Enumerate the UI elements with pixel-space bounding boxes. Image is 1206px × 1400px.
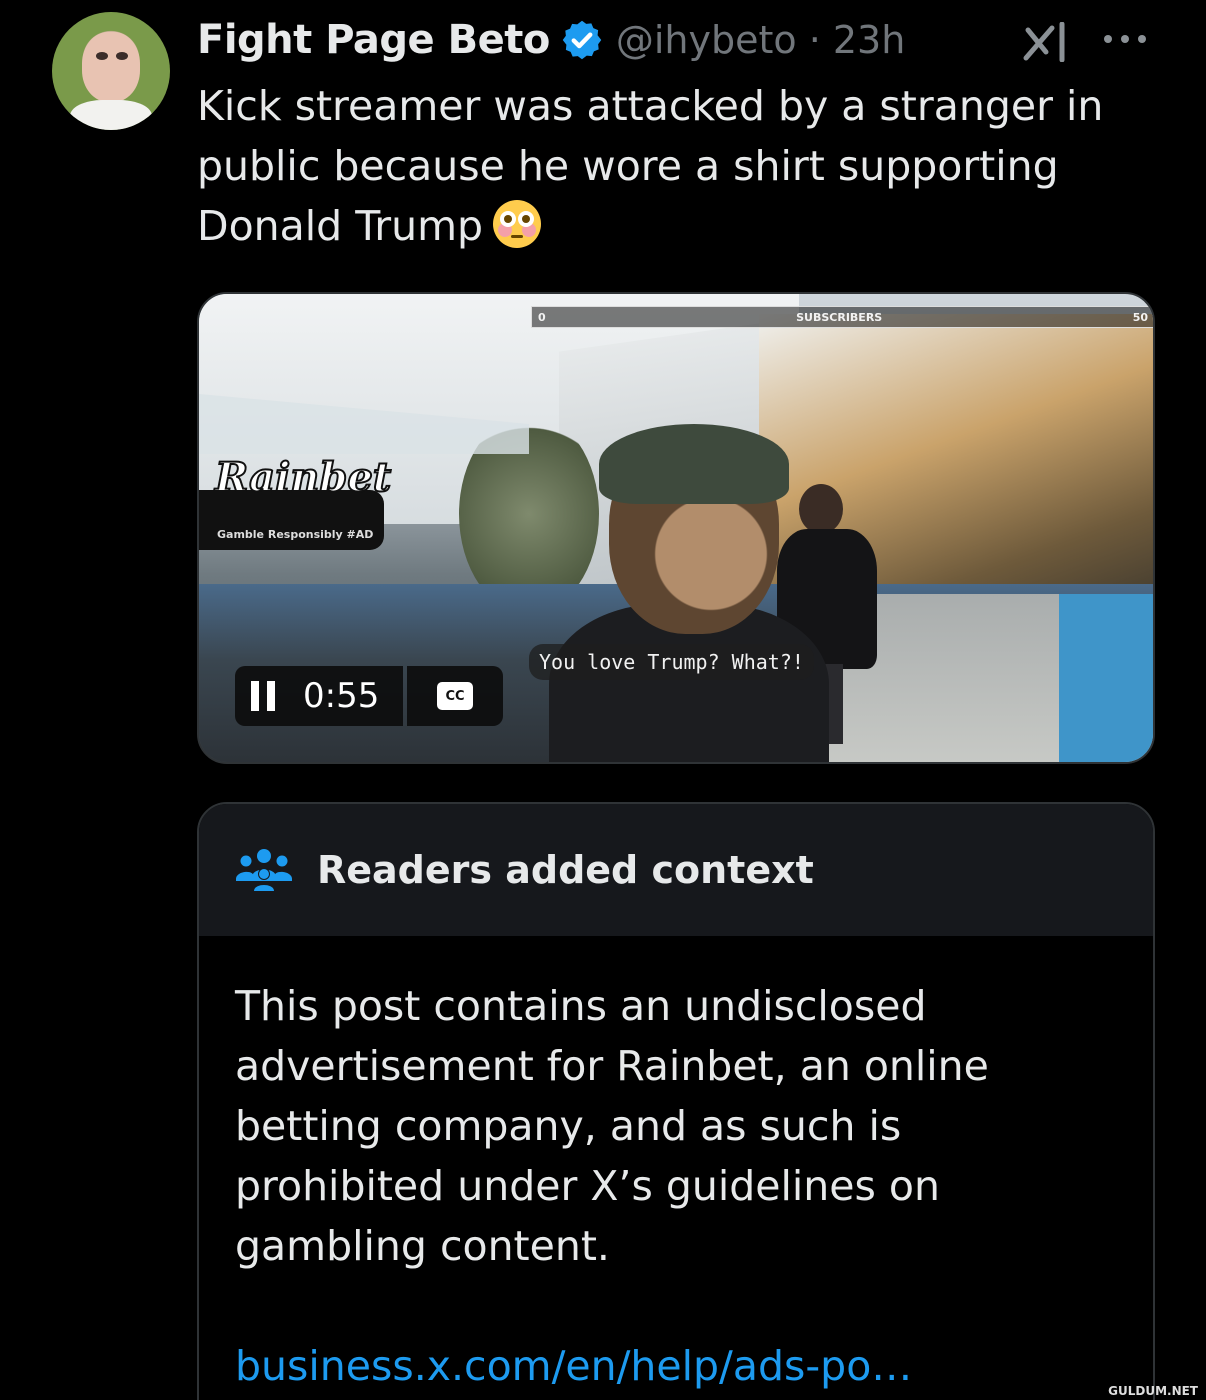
tweet-header: Fight Page Beto @ihybeto · 23h	[197, 14, 905, 66]
avatar-eye	[116, 52, 128, 60]
more-options-icon[interactable]	[1100, 24, 1150, 54]
tweet-text: Kick streamer was attacked by a stranger…	[197, 76, 1157, 256]
people-group-icon	[236, 849, 292, 891]
community-note-title: Readers added context	[317, 848, 814, 892]
ad-brand-logo: Rainbet	[214, 453, 392, 502]
video-controls: 0:55 CC	[235, 666, 503, 726]
pause-icon	[251, 681, 279, 711]
community-note-link[interactable]: business.x.com/en/help/ads-po…	[235, 1336, 1117, 1396]
author-avatar[interactable]	[52, 12, 170, 130]
avatar-eye	[96, 52, 108, 60]
closed-captions-icon: CC	[437, 682, 473, 710]
avatar-shirt	[70, 100, 152, 130]
play-pause-button[interactable]: 0:55	[235, 666, 403, 726]
community-note: Readers added context This post contains…	[197, 802, 1155, 1400]
video-player[interactable]: 0 SUBSCRIBERS 50 Rainbet Gamble Responsi…	[197, 292, 1155, 764]
watermark: GULDUM.NET	[1108, 1384, 1198, 1398]
captions-button[interactable]: CC	[407, 666, 503, 726]
community-note-body: This post contains an undisclosed advert…	[199, 936, 1153, 1396]
verified-badge-icon	[562, 20, 602, 60]
community-note-header: Readers added context	[199, 804, 1153, 936]
ad-tagline: Gamble Responsibly #AD	[217, 528, 374, 541]
flushed-face-emoji-icon	[493, 200, 542, 248]
subscriber-goal-bar: 0 SUBSCRIBERS 50	[531, 306, 1153, 328]
grok-icon[interactable]	[1022, 22, 1074, 62]
tweet-text-content: Kick streamer was attacked by a stranger…	[197, 82, 1104, 250]
subscriber-goal-end: 50	[1132, 310, 1148, 324]
community-note-text: This post contains an undisclosed advert…	[235, 982, 989, 1270]
subscriber-goal-start: 0	[538, 310, 546, 324]
subscriber-goal-label: SUBSCRIBERS	[796, 310, 883, 324]
author-name[interactable]: Fight Page Beto	[197, 17, 550, 63]
avatar-face	[82, 32, 140, 102]
video-time: 0:55	[303, 676, 380, 716]
author-handle-time[interactable]: @ihybeto · 23h	[616, 18, 905, 62]
video-subtitle: You love Trump? What?!	[529, 644, 814, 680]
video-frame-crate	[1059, 594, 1153, 762]
video-frame-streamer	[549, 424, 829, 762]
